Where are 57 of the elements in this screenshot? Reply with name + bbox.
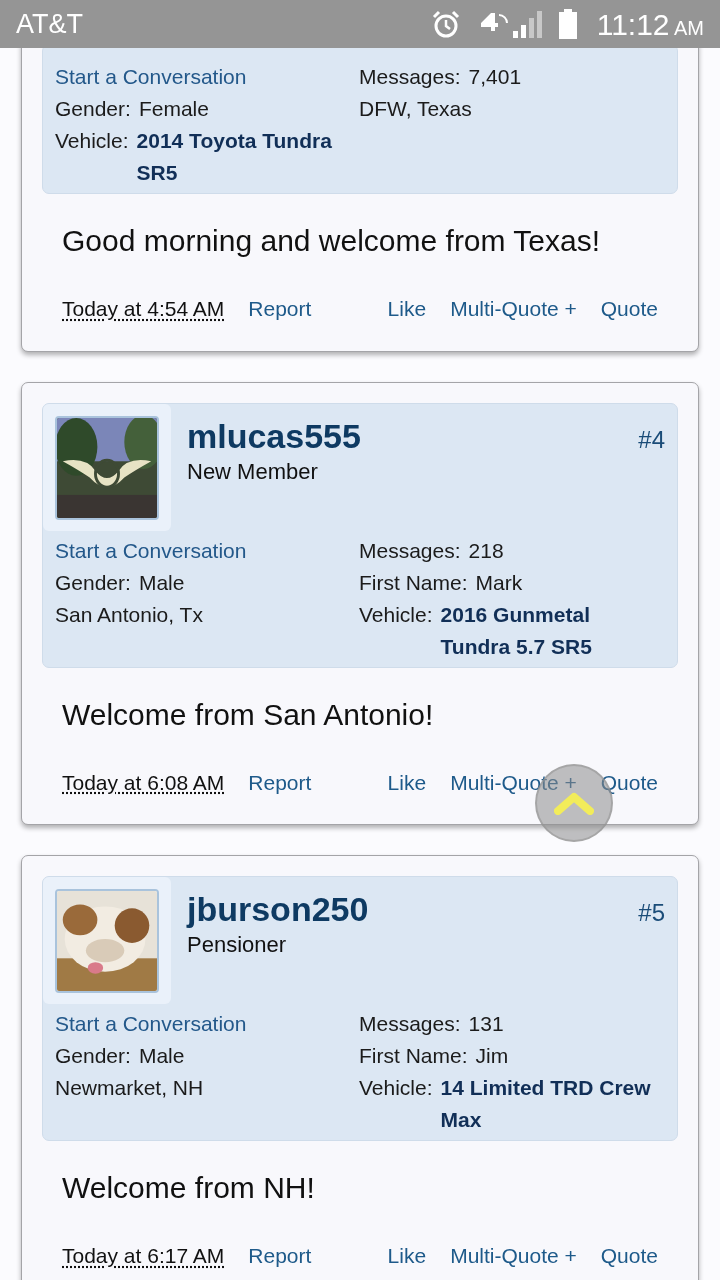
post-number[interactable]: #5 — [638, 895, 665, 1004]
post-message: Good morning and welcome from Texas! — [61, 223, 602, 259]
field-label: Gender: — [55, 96, 131, 122]
user-title: New Member — [187, 457, 319, 486]
clock-time: 11:12 — [596, 7, 670, 41]
field-label: First Name: — [359, 1043, 468, 1069]
quote-link[interactable]: Quote — [600, 1240, 658, 1272]
quote-link[interactable]: Quote — [600, 766, 658, 798]
post-date[interactable]: Today at 6:17 AM — [62, 1240, 225, 1272]
field-label: Messages: — [359, 1011, 461, 1037]
post-message: Welcome from NH! — [61, 1170, 316, 1206]
field-label: Gender: — [55, 569, 131, 596]
location-text: San Antonio, Tx — [55, 601, 204, 628]
battery-icon — [558, 9, 577, 39]
field-value: Male — [138, 1043, 185, 1069]
field-value: Female — [138, 96, 209, 122]
username[interactable]: jburson250 — [187, 891, 639, 929]
start-conversation-link[interactable]: Start a Conversation — [55, 61, 359, 93]
alarm-clock-icon — [430, 9, 461, 39]
report-link[interactable]: Report — [248, 766, 312, 798]
field-value: 131 — [468, 1011, 504, 1037]
carrier-name: AT&T — [16, 7, 83, 41]
location-text: Newmarket, NH — [55, 1075, 205, 1101]
field-label: Vehicle: — [359, 601, 433, 628]
quote-link[interactable]: Quote — [600, 293, 658, 325]
clock-period: AM — [674, 16, 704, 39]
like-link[interactable]: Like — [387, 766, 427, 798]
like-link[interactable]: Like — [387, 293, 427, 325]
field-value: Mark — [475, 569, 523, 596]
vehicle-link[interactable]: 2016 Gunmetal Tundra 5.7 SR5 — [440, 598, 656, 663]
field-value: Jim — [475, 1043, 509, 1069]
start-conversation-link[interactable]: Start a Conversation — [55, 534, 359, 567]
user-title: Pensioner — [187, 931, 288, 960]
field-value: 218 — [468, 537, 504, 564]
like-link[interactable]: Like — [387, 1240, 427, 1272]
post-number[interactable]: #4 — [638, 421, 665, 531]
multi-quote-link[interactable]: Multi-Quote + — [450, 293, 577, 325]
field-label: Messages: — [359, 64, 461, 90]
username[interactable]: mlucas555 — [187, 417, 639, 455]
multi-quote-link[interactable]: Multi-Quote + — [450, 766, 577, 798]
start-conversation-link[interactable]: Start a Conversation — [55, 1008, 359, 1040]
vehicle-link[interactable]: 2014 Toyota Tundra SR5 — [136, 125, 352, 189]
location-text: DFW, Texas — [359, 96, 473, 122]
field-label: Vehicle: — [55, 128, 129, 154]
report-link[interactable]: Report — [248, 293, 312, 325]
vehicle-link[interactable]: 14 Limited TRD Crew Max — [440, 1072, 656, 1136]
field-label: Gender: — [55, 1043, 131, 1069]
field-label: Vehicle: — [359, 1075, 433, 1101]
field-value: 7,401 — [468, 64, 522, 90]
post-date[interactable]: Today at 6:08 AM — [62, 766, 225, 798]
field-label: Messages: — [359, 537, 461, 564]
post-message: Welcome from San Antonio! — [61, 696, 435, 733]
field-value: Male — [138, 569, 185, 596]
report-link[interactable]: Report — [248, 1240, 312, 1272]
post-date[interactable]: Today at 4:54 AM — [62, 293, 225, 325]
field-label: First Name: — [359, 569, 468, 596]
multi-quote-link[interactable]: Multi-Quote + — [450, 1240, 577, 1272]
